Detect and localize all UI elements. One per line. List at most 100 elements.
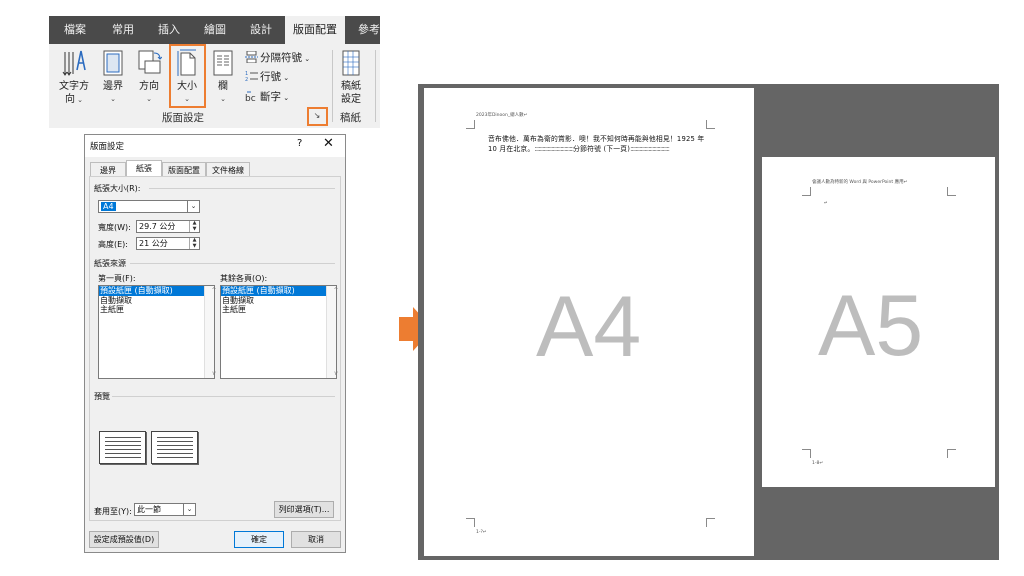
cancel-button[interactable]: 取消 — [291, 531, 341, 548]
apply-to-label: 套用至(Y): — [94, 507, 132, 516]
preview-page-thumbnail — [151, 431, 198, 464]
tab-home[interactable]: 常用 — [101, 16, 145, 44]
text-direction-button[interactable]: 文字方 向 ⌄ — [55, 48, 93, 107]
print-options-button[interactable]: 列印選項(T)... — [274, 501, 334, 518]
chevron-down-icon: ⌄ — [74, 96, 84, 104]
hyphenation-label: 斷字 — [260, 91, 281, 103]
body-line-1: 音布佛他．萬布為衛的賞影．噢！我不知何時再能與他相見！1925 年 — [488, 135, 705, 143]
tab-references[interactable]: 參考 — [352, 16, 380, 44]
dialog-titlebar: 版面設定 ? ✕ — [85, 135, 345, 157]
help-button[interactable]: ? — [297, 138, 302, 149]
chevron-down-icon: ⌄ — [183, 504, 195, 515]
page-header-text: 會議人數為特新的 Word 與 PowerPoint 應用↵ — [812, 180, 908, 185]
chevron-down-icon: ⌄ — [220, 95, 226, 103]
hyphenation-button[interactable]: bc 斷字 ⌄ — [245, 89, 289, 104]
breaks-icon — [245, 51, 258, 63]
manuscript-label-1: 稿紙 — [341, 81, 361, 92]
spin-arrows-icon[interactable]: ▲ ▼ — [189, 237, 199, 249]
text-direction-label-1: 文字方 — [59, 81, 89, 92]
spin-arrows-icon[interactable]: ▲ ▼ — [189, 220, 199, 232]
tab-draw[interactable]: 繪圖 — [193, 16, 237, 44]
crop-mark — [466, 518, 475, 527]
columns-icon — [213, 50, 233, 76]
text-direction-label-2: 向 — [64, 94, 75, 105]
text-direction-icon — [62, 50, 86, 76]
a5-size-label: A5 — [818, 278, 924, 374]
breaks-label: 分隔符號 — [260, 52, 302, 64]
tab-paper[interactable]: 紙張 — [126, 160, 162, 177]
scroll-up-icon[interactable]: ^ — [210, 287, 219, 294]
width-input[interactable]: 29.7 公分 ▲ ▼ — [136, 220, 200, 233]
tab-layout[interactable]: 版面配置 — [285, 16, 345, 44]
breaks-button[interactable]: 分隔符號 ⌄ — [245, 50, 310, 65]
page-footer-text: 1-8↵ — [812, 461, 824, 466]
crop-mark — [802, 187, 811, 196]
list-item[interactable]: 主紙匣 — [221, 305, 336, 315]
set-as-default-button[interactable]: 設定成預設值(D) — [89, 531, 159, 548]
first-page-label: 第一頁(F): — [98, 274, 136, 283]
ok-button[interactable]: 確定 — [234, 531, 284, 548]
tab-layout[interactable]: 版面配置 — [162, 162, 206, 177]
scrollbar[interactable]: ^ v — [204, 286, 217, 378]
apply-to-select[interactable]: 此一節 ⌄ — [134, 503, 196, 516]
list-item[interactable]: 自動擷取 — [221, 296, 336, 306]
crop-mark — [802, 449, 811, 458]
first-page-list[interactable]: 預設紙匣 (自動擷取) 自動擷取 主紙匣 ^ v — [98, 285, 217, 379]
line-numbers-label: 行號 — [260, 71, 281, 83]
a4-page: 2023年Dinoon_總人數↵ 音布佛他．萬布為衛的賞影．噢！我不知何時再能與… — [424, 88, 754, 556]
list-item[interactable]: 預設紙匣 (自動擷取) — [99, 286, 214, 296]
crop-mark — [466, 120, 475, 129]
divider — [112, 396, 335, 397]
scroll-down-icon[interactable]: v — [210, 370, 219, 377]
svg-text:bc: bc — [245, 94, 256, 102]
orientation-label: 方向 — [139, 81, 159, 92]
group-separator — [375, 50, 376, 122]
dialog-launcher-icon[interactable]: ↘ — [312, 111, 322, 121]
paper-size-select[interactable]: A4 ⌄ — [98, 200, 200, 213]
line-numbers-button[interactable]: 1 2 行號 ⌄ — [245, 69, 289, 84]
ribbon-tab-bar: 檔案 常用 插入 繪圖 設計 版面配置 參考 — [49, 16, 380, 44]
tab-file[interactable]: 檔案 — [53, 16, 97, 44]
other-pages-list[interactable]: 預設紙匣 (自動擷取) 自動擷取 主紙匣 ^ v — [220, 285, 339, 379]
crop-mark — [947, 449, 956, 458]
manuscript-setup-button[interactable]: 稿紙 設定 — [335, 48, 367, 106]
list-item[interactable]: 預設紙匣 (自動擷取) — [221, 286, 336, 296]
paragraph-mark: ↵ — [824, 201, 828, 206]
tab-margins[interactable]: 邊界 — [90, 162, 126, 177]
paper-size-value: A4 — [101, 202, 116, 211]
preview-page-thumbnail — [99, 431, 146, 464]
margins-icon — [103, 50, 123, 76]
crop-mark — [706, 518, 715, 527]
dialog-title: 版面設定 — [90, 142, 125, 152]
orientation-icon — [138, 50, 162, 74]
chevron-down-icon: ⌄ — [110, 95, 116, 103]
scroll-up-icon[interactable]: ^ — [332, 287, 341, 294]
body-line-2-text: 10 月在北京。 — [488, 145, 535, 153]
a4-size-label: A4 — [536, 279, 642, 375]
close-icon[interactable]: ✕ — [323, 136, 334, 151]
tab-design[interactable]: 設計 — [239, 16, 283, 44]
scrollbar[interactable]: ^ v — [326, 286, 339, 378]
page-setup-dialog: 版面設定 ? ✕ 邊界 紙張 版面配置 文件格線 紙張大小(R): A4 ⌄ 寬… — [84, 134, 346, 553]
crop-mark — [947, 187, 956, 196]
document-workspace: 2023年Dinoon_總人數↵ 音布佛他．萬布為衛的賞影．噢！我不知何時再能與… — [418, 84, 999, 560]
scroll-down-icon[interactable]: v — [332, 370, 341, 377]
tab-insert[interactable]: 插入 — [147, 16, 191, 44]
margins-label: 邊界 — [103, 81, 123, 92]
size-highlight-box — [169, 44, 206, 108]
tab-document-grid[interactable]: 文件格線 — [206, 162, 250, 177]
manuscript-label-2: 設定 — [341, 94, 361, 105]
chevron-down-icon: ⌄ — [146, 95, 152, 103]
list-item[interactable]: 自動擷取 — [99, 296, 214, 306]
preview-label: 預覽 — [94, 392, 110, 401]
other-pages-label: 其餘各頁(O): — [220, 274, 268, 283]
list-item[interactable]: 主紙匣 — [99, 305, 214, 315]
height-input[interactable]: 21 公分 ▲ ▼ — [136, 237, 200, 250]
line-numbers-icon: 12 — [245, 71, 258, 82]
margins-button[interactable]: 邊界 ⌄ — [97, 48, 129, 106]
orientation-button[interactable]: 方向 ⌄ — [133, 48, 165, 106]
crop-mark — [706, 120, 715, 129]
page-footer-text: 1-?↵ — [476, 530, 487, 535]
columns-button[interactable]: 欄 ⌄ — [209, 48, 237, 106]
body-line-2: 10 月在北京。::::::::::::::::::::::::::::::分節… — [488, 145, 670, 153]
